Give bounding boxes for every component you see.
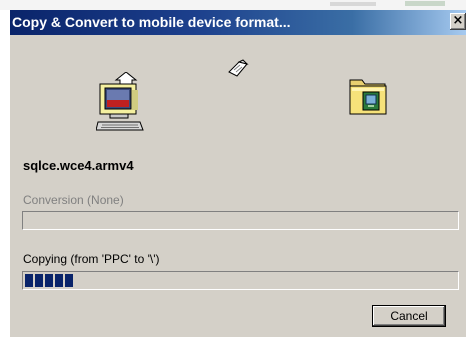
window-title: Copy & Convert to mobile device format..…: [12, 14, 291, 30]
conversion-progress-bar: [22, 211, 459, 230]
copying-progress-fill: [25, 274, 73, 287]
background-strip: [0, 0, 466, 10]
background-bar: [330, 2, 376, 6]
copying-progress-bar: [22, 271, 459, 290]
background-bar: [405, 1, 445, 6]
conversion-label: Conversion (None): [23, 193, 124, 207]
cancel-button[interactable]: Cancel: [372, 305, 446, 327]
close-icon: ×: [452, 13, 464, 28]
document-icon: [228, 59, 249, 77]
copying-label: Copying (from 'PPC' to '\'): [23, 252, 160, 266]
computer-icon: [96, 72, 144, 131]
copy-convert-dialog: Copy & Convert to mobile device format..…: [10, 10, 466, 337]
close-button[interactable]: ×: [450, 13, 466, 30]
file-name: sqlce.wce4.armv4: [23, 158, 134, 173]
folder-icon: [349, 79, 387, 115]
title-bar[interactable]: Copy & Convert to mobile device format..…: [10, 10, 466, 35]
